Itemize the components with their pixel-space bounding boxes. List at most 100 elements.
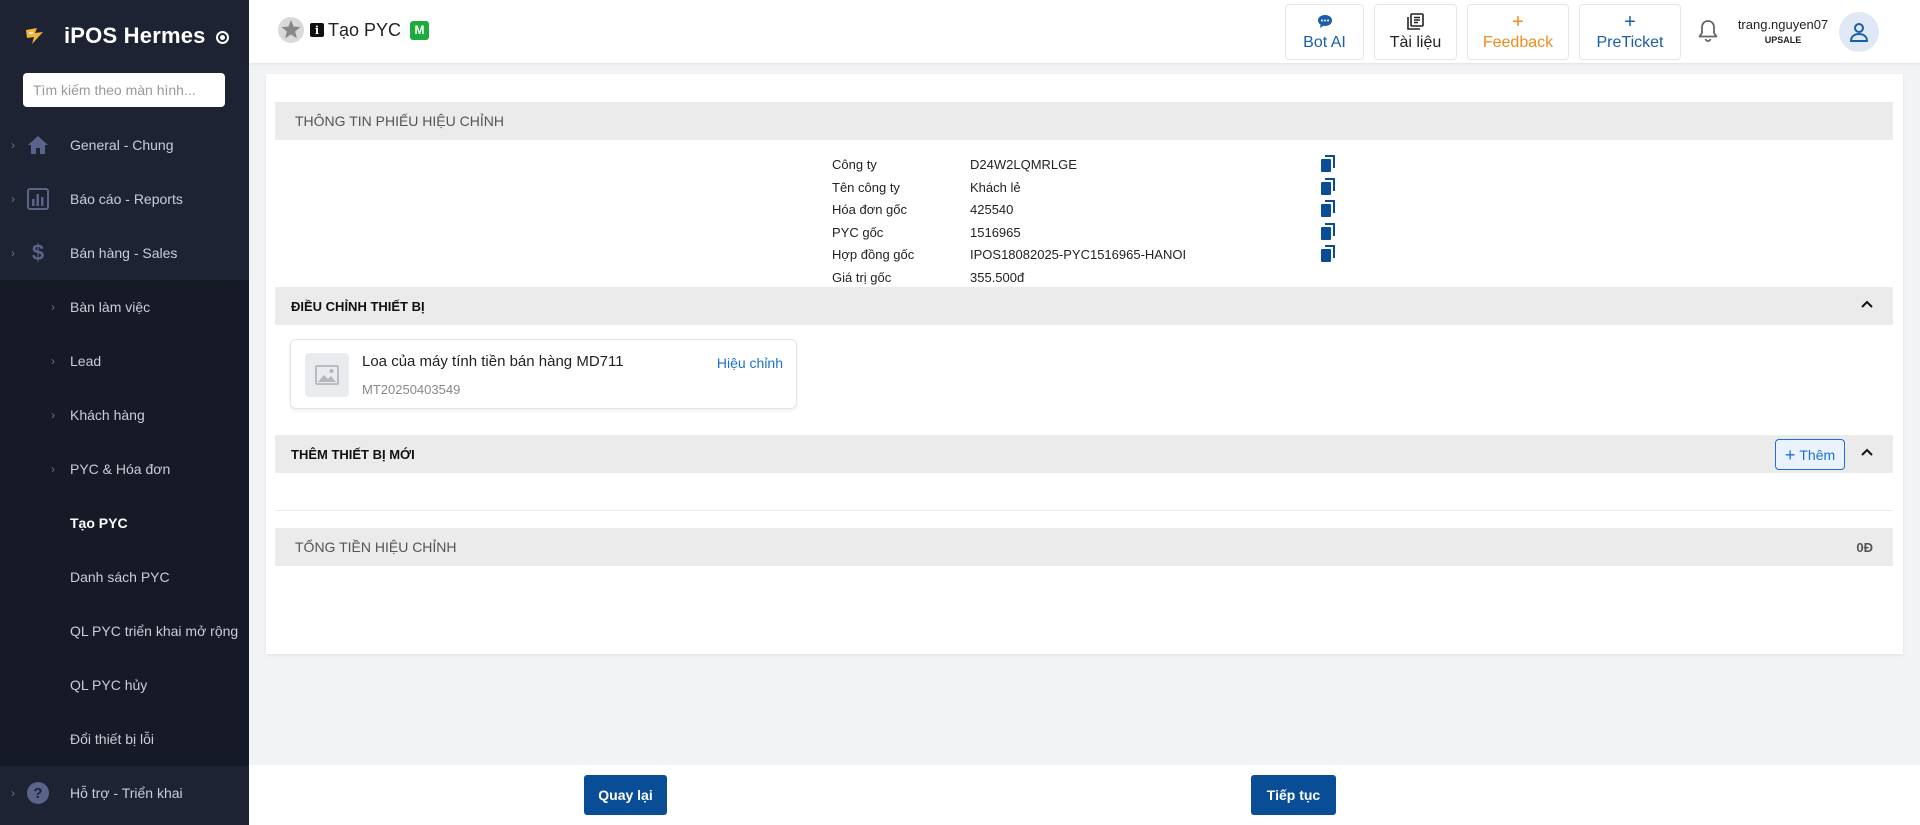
sidebar-subitem-danh-sach-pyc[interactable]: Danh sách PYC (0, 550, 249, 604)
sidebar-subitem-ql-pyc-trien-khai[interactable]: QL PYC triển khai mở rộng (0, 604, 249, 658)
copy-icon[interactable] (1320, 177, 1336, 196)
sidebar-item-label: QL PYC triển khai mở rộng (70, 623, 239, 639)
chevron-right-icon: › (51, 354, 55, 368)
app-title: iPOS Hermes (64, 23, 206, 48)
sidebar-subitem-ban-lam-viec[interactable]: › Bàn làm việc (0, 280, 249, 334)
copy-icon[interactable] (1320, 245, 1336, 263)
sidebar-subitem-pyc-hoa-don[interactable]: › PYC & Hóa đơn (0, 442, 249, 496)
tai-lieu-button[interactable]: Tài liệu (1374, 4, 1457, 60)
sidebar-subitem-ql-pyc-huy[interactable]: QL PYC hủy (0, 658, 249, 712)
notification-bell-icon[interactable] (1695, 18, 1721, 44)
info-grid: Công ty D24W2LQMRLGE Tên công ty Khách l… (832, 154, 1432, 289)
sidebar-item-label: Hỗ trợ - Triển khai (70, 785, 183, 801)
tai-lieu-label: Tài liệu (1389, 33, 1442, 51)
device-code: MT20250403549 (362, 382, 461, 397)
info-row-hop-dong-goc: Hợp đồng gốc IPOS18082025-PYC1516965-HAN… (832, 244, 1432, 267)
info-value: IPOS18082025-PYC1516965-HANOI (970, 247, 1187, 262)
footer-bar: Quay lại Tiếp tục (249, 765, 1920, 825)
chevron-right-icon: › (11, 192, 15, 206)
chevron-right-icon: › (51, 408, 55, 422)
dollar-icon: $ (31, 240, 45, 265)
user-role: UPSALE (1764, 35, 1802, 45)
total-value: 0Đ (1856, 539, 1873, 555)
back-button[interactable]: Quay lại (584, 775, 667, 815)
chevron-right-icon: › (51, 300, 55, 314)
info-icon[interactable]: i (310, 23, 324, 37)
help-circle-icon: ? (26, 781, 50, 805)
brand-radio-icon[interactable] (215, 31, 229, 44)
home-icon (26, 133, 50, 157)
sidebar-subitem-khach-hang[interactable]: › Khách hàng (0, 388, 249, 442)
copy-icon[interactable] (1320, 222, 1336, 241)
plus-icon: + (1784, 444, 1796, 465)
edit-device-link[interactable]: Hiệu chỉnh (717, 355, 783, 371)
sidebar-item-label: Khách hàng (70, 407, 145, 423)
sidebar-item-label: Tạo PYC (70, 515, 128, 531)
sidebar-item-general[interactable]: › General - Chung (0, 118, 249, 172)
main-card: THÔNG TIN PHIẾU HIỆU CHỈNH Công ty D24W2… (266, 74, 1903, 654)
info-row-gia-tri-goc: Giá trị gốc 355.500đ (832, 267, 1432, 290)
info-label: Hóa đơn gốc (832, 202, 908, 217)
info-value: 1516965 (970, 224, 1021, 240)
sidebar-item-label: Bán hàng - Sales (70, 245, 178, 261)
sidebar-item-support[interactable]: › ? Hỗ trợ - Triển khai (0, 766, 249, 820)
status-badge: M (410, 20, 430, 40)
top-header: i Tạo PYC M Bot AI Tài liệu + Feedback +… (249, 0, 1920, 63)
sidebar: iPOS Hermes › General - Chung › Báo cáo … (0, 0, 249, 825)
page-heading: i Tạo PYC M (277, 16, 430, 44)
info-label: Hợp đồng gốc (832, 247, 915, 262)
sidebar-item-sales[interactable]: › $ Bán hàng - Sales (0, 226, 249, 280)
adjust-section-header: ĐIỀU CHỈNH THIẾT BỊ (275, 287, 1893, 325)
documents-icon (1407, 13, 1424, 31)
sidebar-nav: › General - Chung › Báo cáo - Reports › … (0, 118, 249, 820)
sidebar-item-label: General - Chung (70, 137, 174, 153)
plus-icon: + (1512, 10, 1524, 33)
sidebar-item-label: Lead (70, 353, 102, 369)
brand: iPOS Hermes (0, 0, 249, 72)
chevron-right-icon: › (11, 246, 15, 260)
brand-logo-icon (22, 23, 48, 49)
info-label: Công ty (832, 157, 877, 172)
sidebar-item-reports[interactable]: › Báo cáo - Reports (0, 172, 249, 226)
info-row-hoa-don-goc: Hóa đơn gốc 425540 (832, 199, 1432, 222)
device-card: Loa của máy tính tiền bán hàng MD711 MT2… (290, 339, 797, 409)
chevron-up-icon[interactable] (1859, 444, 1875, 460)
info-row-ten-cong-ty: Tên công ty Khách lẻ (832, 177, 1432, 200)
avatar[interactable] (1839, 12, 1879, 52)
new-device-section-header: THÊM THIẾT BỊ MỚI + Thêm (275, 435, 1893, 473)
sidebar-item-label: QL PYC hủy (70, 677, 148, 693)
info-value: 355.500đ (970, 269, 1025, 285)
chevron-right-icon: › (11, 138, 15, 152)
copy-icon[interactable] (1320, 155, 1336, 173)
chevron-right-icon: › (51, 462, 55, 476)
info-label: Giá trị gốc (832, 269, 892, 285)
chat-bubble-icon (1317, 13, 1333, 31)
new-device-section-title: THÊM THIẾT BỊ MỚI (291, 446, 415, 462)
sidebar-subitem-lead[interactable]: › Lead (0, 334, 249, 388)
info-value: Khách lẻ (970, 179, 1021, 195)
add-device-label: Thêm (1799, 446, 1836, 463)
chevron-up-icon[interactable] (1859, 296, 1875, 312)
sidebar-subitem-doi-thiet-bi-loi[interactable]: Đổi thiết bị lỗi (0, 712, 249, 766)
preticket-button[interactable]: + PreTicket (1579, 4, 1681, 60)
sidebar-subitem-tao-pyc[interactable]: Tạo PYC (0, 496, 249, 550)
report-chart-icon (26, 187, 50, 211)
add-device-button[interactable]: + Thêm (1775, 439, 1845, 470)
next-button[interactable]: Tiếp tục (1251, 775, 1336, 815)
sidebar-item-label: Đổi thiết bị lỗi (70, 731, 155, 747)
info-label: Tên công ty (832, 179, 900, 195)
divider (275, 510, 1893, 511)
feedback-button[interactable]: + Feedback (1467, 4, 1569, 60)
info-section-header: THÔNG TIN PHIẾU HIỆU CHỈNH (275, 102, 1893, 140)
bot-ai-button[interactable]: Bot AI (1285, 4, 1364, 60)
total-section-header: TỔNG TIỀN HIỆU CHỈNH 0Đ (275, 528, 1893, 566)
total-section-title: TỔNG TIỀN HIỆU CHỈNH (295, 539, 457, 555)
copy-icon[interactable] (1320, 200, 1336, 218)
sidebar-search-input[interactable] (23, 73, 225, 107)
sidebar-item-label: Danh sách PYC (70, 569, 170, 585)
sidebar-item-label: Bàn làm việc (70, 299, 151, 315)
info-row-pyc-goc: PYC gốc 1516965 (832, 222, 1432, 245)
user-icon (1849, 23, 1869, 42)
favorite-star-icon[interactable] (277, 16, 305, 44)
info-label: PYC gốc (832, 224, 884, 240)
